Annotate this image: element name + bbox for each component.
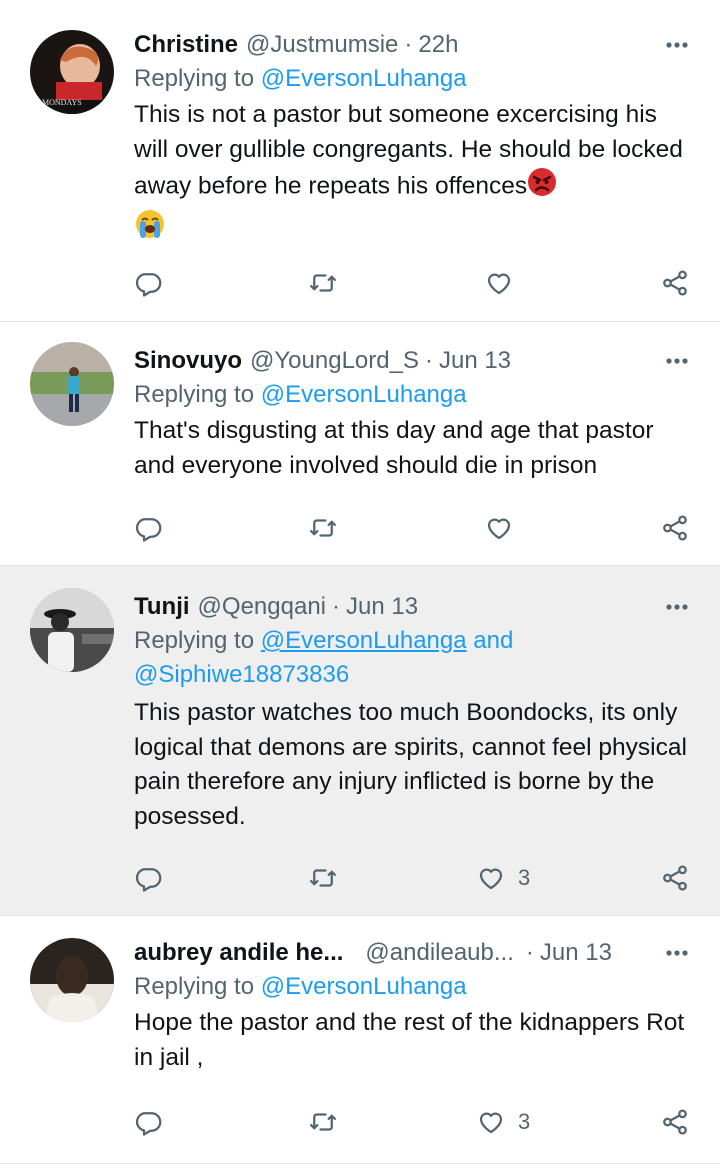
user-handle[interactable]: @andileaub... [365,939,513,967]
timestamp[interactable]: Jun 13 [540,939,612,967]
like-icon [479,868,503,890]
reply-icon [135,1112,162,1136]
avatar[interactable] [30,588,114,672]
mention-link[interactable]: @EversonLuhanga [261,381,467,408]
separator-dot: · [525,939,534,966]
share-icon [663,515,687,541]
replying-to: Replying to @EversonLuhanga and @Siphiwe… [134,624,694,692]
retweet-button[interactable] [308,858,338,898]
tweet-body: This pastor watches too much Boondocks, … [134,699,687,830]
tweet-actions: 3 [130,858,694,898]
tweet-tunji[interactable]: Tunji @Qengqani · Jun 13 Replying to @Ev… [0,566,720,916]
display-name[interactable]: aubrey andile he... [134,939,343,967]
tweet-body: Hope the pastor and the rest of the kidn… [134,1009,685,1071]
separator-dot: · [332,593,340,620]
avatar[interactable]: MONDAYS [30,30,114,114]
like-button[interactable] [484,263,526,303]
tweet-text: This is not a pastor but someone excerci… [134,98,694,250]
retweet-button[interactable] [308,263,338,303]
tweet-header: Christine @Justmumsie · 22h [134,28,694,62]
timestamp[interactable]: 22h [418,31,458,59]
like-icon [487,518,511,540]
mention-link[interactable]: @EversonLuhanga [261,65,467,92]
reply-icon [135,518,162,542]
display-name[interactable]: Sinovuyo [134,347,242,375]
like-count: 3 [518,865,531,890]
tweet-actions [130,508,694,548]
tweet-text: That's disgusting at this day and age th… [134,414,694,483]
mention-link[interactable]: @EversonLuhanga [261,973,467,1000]
like-icon [479,1112,503,1134]
tweet-body: That's disgusting at this day and age th… [134,417,654,479]
timestamp[interactable]: Jun 13 [346,593,418,621]
user-handle[interactable]: @Justmumsie [246,31,398,59]
tweet-header: aubrey andile he... @andileaub... · Jun … [134,936,694,970]
retweet-icon [310,869,336,887]
loudly-crying-face-icon [134,208,166,251]
reply-button[interactable] [134,1102,164,1142]
user-handle[interactable]: @Qengqani [198,593,326,621]
retweet-button[interactable] [308,1102,338,1142]
separator-dot: · [424,347,433,374]
avatar[interactable] [30,342,114,426]
more-icon[interactable] [660,936,694,970]
replying-to: Replying to @EversonLuhanga [134,378,694,412]
tweet-aubrey[interactable]: aubrey andile he... @andileaub... · Jun … [0,916,720,1164]
display-name[interactable]: Christine [134,31,238,59]
separator-dot: · [404,31,413,58]
like-button[interactable]: 3 [476,858,530,898]
share-icon [663,270,687,296]
avatar[interactable] [30,938,114,1022]
tweet-text: This pastor watches too much Boondocks, … [134,696,694,834]
replying-to-label: Replying to [134,381,255,408]
reply-button[interactable] [134,508,164,548]
tweet-header: Sinovuyo @YoungLord_S · Jun 13 [134,344,694,378]
retweet-icon [310,274,336,292]
avatar-caption: MONDAYS [42,98,82,107]
share-icon [663,865,687,891]
tweet-text: Hope the pastor and the rest of the kidn… [134,1006,694,1075]
share-button[interactable] [660,263,690,303]
tweet-christine[interactable]: MONDAYS Christine @Justmumsie · 22h Repl… [0,0,720,322]
tweet-actions [130,263,694,303]
replying-to: Replying to @EversonLuhanga [134,62,694,96]
retweet-icon [310,519,336,537]
replying-to-label: Replying to [134,973,255,1000]
tweet-body: This is not a pastor but someone excerci… [134,101,683,200]
like-icon [487,273,511,295]
mention-link[interactable]: @EversonLuhanga [261,627,467,654]
replying-to: Replying to @EversonLuhanga [134,970,694,1004]
mention-link[interactable]: @Siphiwe18873836 [134,661,349,688]
like-count: 3 [518,1109,531,1134]
user-handle[interactable]: @YoungLord_S [250,347,419,375]
tweet-header: Tunji @Qengqani · Jun 13 [134,590,694,624]
reply-icon [135,868,162,892]
reply-feed: MONDAYS Christine @Justmumsie · 22h Repl… [0,0,720,1164]
share-button[interactable] [660,508,690,548]
reply-button[interactable] [134,263,164,303]
display-name[interactable]: Tunji [134,593,190,621]
more-icon[interactable] [660,590,694,624]
like-button[interactable] [484,508,526,548]
retweet-icon [310,1113,336,1131]
reply-button[interactable] [134,858,164,898]
replying-to-label: Replying to [134,65,255,92]
timestamp[interactable]: Jun 13 [439,347,511,375]
more-icon[interactable] [660,28,694,62]
retweet-button[interactable] [308,508,338,548]
mention-joiner: and [473,627,514,654]
like-button[interactable]: 3 [476,1102,530,1142]
share-icon [663,1109,687,1135]
share-button[interactable] [660,1102,690,1142]
more-icon[interactable] [660,344,694,378]
tweet-actions: 3 [130,1102,694,1142]
tweet-sinovuyo[interactable]: Sinovuyo @YoungLord_S · Jun 13 Replying … [0,322,720,566]
reply-icon [135,273,162,297]
replying-to-label: Replying to [134,627,255,654]
share-button[interactable] [660,858,690,898]
angry-face-icon [527,167,557,208]
